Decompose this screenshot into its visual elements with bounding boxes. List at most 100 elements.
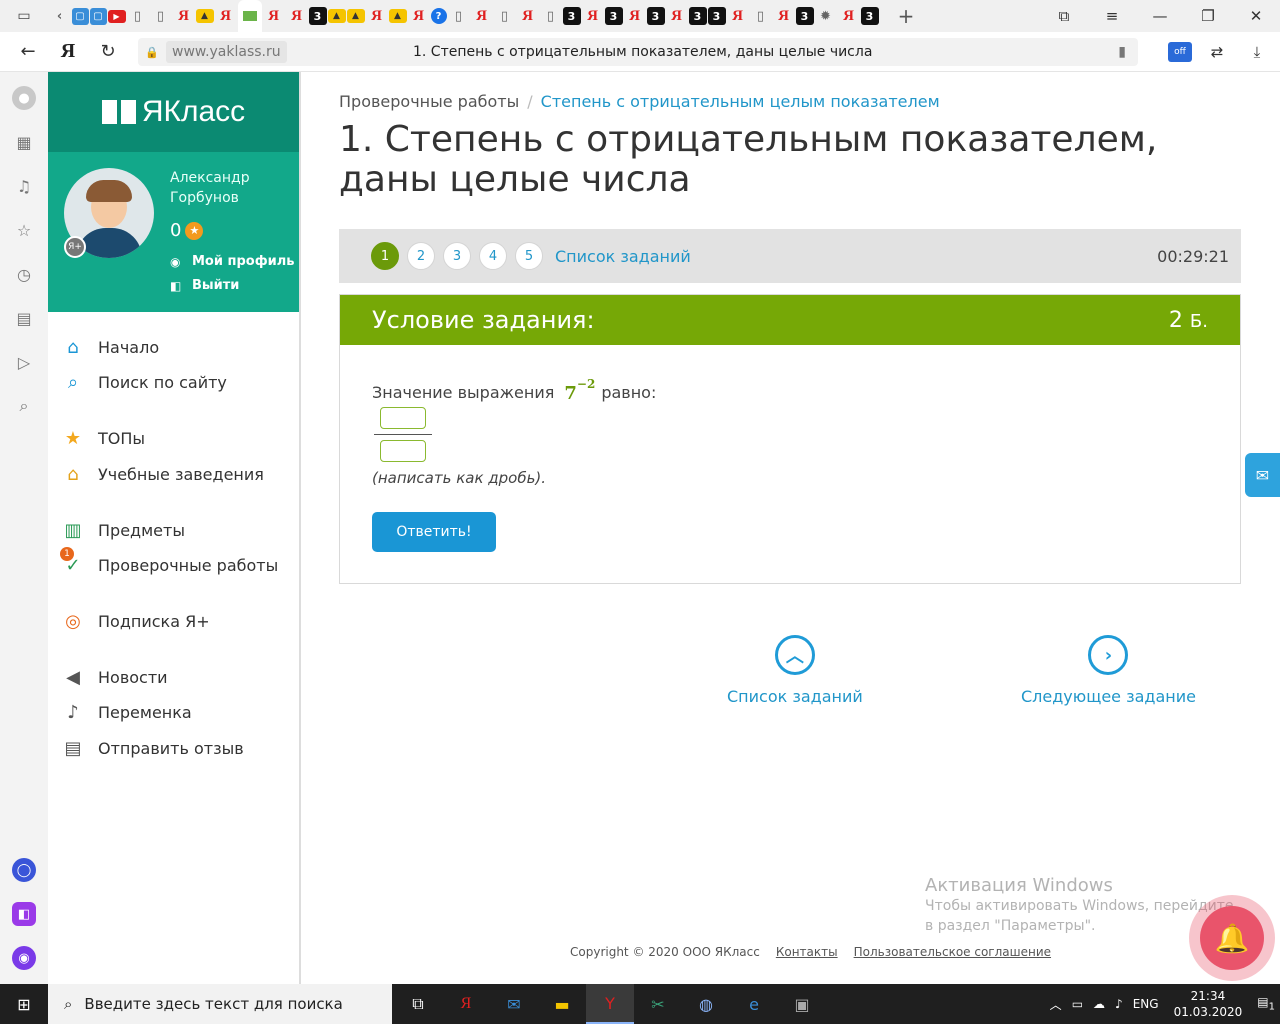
tab-chat-icon[interactable]: ▢ xyxy=(89,7,107,25)
sidebar-toggle-icon[interactable]: ▭ xyxy=(0,0,48,32)
alice-assistant-icon[interactable]: ◯ xyxy=(12,858,36,882)
tab-yandex-icon[interactable]: Я xyxy=(727,5,749,27)
mail-feedback-icon[interactable]: ✉ xyxy=(1245,453,1280,497)
action-center-icon[interactable]: ▤1 xyxy=(1257,995,1275,1012)
tab-three-icon[interactable]: 3 xyxy=(795,7,814,25)
favorites-star-icon[interactable]: ☆ xyxy=(12,218,36,242)
yandex-browser-icon[interactable]: Y xyxy=(586,984,634,1024)
menu-item-feedback[interactable]: ▤ Отправить отзыв xyxy=(48,733,299,763)
network-icon[interactable]: ▭ xyxy=(1072,997,1083,1011)
download-icon[interactable]: ⤓ xyxy=(1242,37,1272,67)
menu-icon[interactable]: ≡ xyxy=(1088,0,1136,32)
taskbar-search[interactable]: ⌕ Введите здесь текст для поиска xyxy=(48,984,392,1024)
menu-item-search[interactable]: ⌕ Поиск по сайту xyxy=(48,367,299,397)
snip-tool-icon[interactable]: ✂ xyxy=(634,984,682,1024)
restore-icon[interactable]: ❐ xyxy=(1184,0,1232,32)
contacts-link[interactable]: Контакты xyxy=(776,945,838,959)
tab-yandex-icon[interactable]: Я xyxy=(773,5,795,27)
tab-yaklass-active[interactable] xyxy=(237,0,262,32)
tab-image-icon[interactable]: ▲ xyxy=(388,9,407,23)
tab-yandex-icon[interactable]: Я xyxy=(366,5,388,27)
apps-grid-icon[interactable]: ▦ xyxy=(12,130,36,154)
close-icon[interactable]: ✕ xyxy=(1232,0,1280,32)
tab-image-icon[interactable]: ▲ xyxy=(346,9,365,23)
menu-item-break[interactable]: ♪ Переменка xyxy=(48,697,299,727)
tab-three-icon[interactable]: 3 xyxy=(860,7,879,25)
image-viewer-icon[interactable]: ▣ xyxy=(778,984,826,1024)
tab-yandex-icon[interactable]: Я xyxy=(624,5,646,27)
tab-document-icon[interactable]: ▯ xyxy=(750,5,772,27)
windows-start-icon[interactable]: ⊞ xyxy=(0,984,48,1024)
menu-item-institutions[interactable]: ⌂ Учебные заведения xyxy=(48,459,299,489)
onedrive-cloud-icon[interactable]: ☁ xyxy=(1093,997,1105,1011)
task-number-1[interactable]: 1 xyxy=(371,242,399,270)
tab-chat-icon[interactable]: ▢ xyxy=(71,7,89,25)
tab-yandex-icon[interactable]: Я xyxy=(408,5,430,27)
translate-icon[interactable]: ⇄ xyxy=(1202,37,1232,67)
new-tab-icon[interactable]: + xyxy=(891,4,921,28)
numerator-input[interactable] xyxy=(380,407,426,429)
music-icon[interactable]: ◉ xyxy=(12,946,36,970)
task-number-2[interactable]: 2 xyxy=(407,242,435,270)
tab-document-icon[interactable]: ▯ xyxy=(150,5,172,27)
next-task-nav[interactable]: › Следующее задание xyxy=(1021,635,1196,706)
tab-yandex-icon[interactable]: Я xyxy=(838,5,860,27)
denominator-input[interactable] xyxy=(380,440,426,462)
tab-three-icon[interactable]: 3 xyxy=(308,7,327,25)
yaklass-logo[interactable]: ЯКласс xyxy=(48,72,299,152)
messenger-icon[interactable]: ◧ xyxy=(12,902,36,926)
notifications-bell-icon[interactable]: ♫ xyxy=(12,174,36,198)
mail-app-icon[interactable]: ✉ xyxy=(490,984,538,1024)
tab-emblem-icon[interactable]: ✹ xyxy=(815,5,837,27)
tab-question-icon[interactable]: ? xyxy=(430,8,447,24)
screenshot-search-icon[interactable]: ⌕ xyxy=(12,394,36,418)
tab-image-icon[interactable]: ▲ xyxy=(195,9,214,23)
back-icon[interactable]: ← xyxy=(8,32,48,72)
task-list-nav[interactable]: ︿ Список заданий xyxy=(727,635,863,706)
tray-chevron-up-icon[interactable]: ︿ xyxy=(1050,996,1062,1013)
clock[interactable]: 21:34 01.03.2020 xyxy=(1174,988,1243,1020)
user-name[interactable]: Александр Горбунов xyxy=(170,168,290,208)
menu-item-subscription[interactable]: ◎ Подписка Я+ xyxy=(48,606,299,636)
my-profile-link[interactable]: ◉ Мой профиль xyxy=(170,254,294,269)
tab-document-icon[interactable]: ▯ xyxy=(448,5,470,27)
task-number-3[interactable]: 3 xyxy=(443,242,471,270)
tab-document-icon[interactable]: ▯ xyxy=(494,5,516,27)
yandex-app-icon[interactable]: Я xyxy=(442,984,490,1024)
tab-three-icon[interactable]: 3 xyxy=(604,7,623,25)
minimize-icon[interactable]: — xyxy=(1136,0,1184,32)
task-number-5[interactable]: 5 xyxy=(515,242,543,270)
tab-three-icon[interactable]: 3 xyxy=(562,7,581,25)
volume-icon[interactable]: ♪ xyxy=(1115,997,1123,1011)
tab-image-icon[interactable]: ▲ xyxy=(327,9,346,23)
tab-yandex-icon[interactable]: Я xyxy=(471,5,493,27)
reload-icon[interactable]: ↻ xyxy=(88,32,128,72)
collections-icon[interactable]: ▤ xyxy=(12,306,36,330)
tab-youtube-icon[interactable]: ▶ xyxy=(107,9,126,23)
submit-answer-button[interactable]: Ответить! xyxy=(372,512,496,552)
file-explorer-icon[interactable]: ▬ xyxy=(538,984,586,1024)
task-view-icon[interactable]: ⧉ xyxy=(394,984,442,1024)
tab-three-icon[interactable]: 3 xyxy=(707,7,726,25)
lock-icon[interactable]: 🔒 xyxy=(138,46,166,59)
history-clock-icon[interactable]: ◷ xyxy=(12,262,36,286)
video-play-icon[interactable]: ▷ xyxy=(12,350,36,374)
breadcrumb-current[interactable]: Степень с отрицательным целым показателе… xyxy=(541,92,940,111)
menu-item-subjects[interactable]: ▥ Предметы xyxy=(48,515,299,545)
tab-yandex-icon[interactable]: Я xyxy=(582,5,604,27)
edge-icon[interactable]: e xyxy=(730,984,778,1024)
url-field[interactable]: 🔒 www.yaklass.ru 1. Степень с отрицатель… xyxy=(138,38,1138,66)
turbo-off-icon[interactable]: off xyxy=(1168,42,1192,62)
agreement-link[interactable]: Пользовательское соглашение xyxy=(854,945,1051,959)
tab-yandex-icon[interactable]: Я xyxy=(263,5,285,27)
tab-back-icon[interactable]: ‹ xyxy=(49,5,71,27)
account-icon[interactable]: ● xyxy=(12,86,36,110)
tab-document-icon[interactable]: ▯ xyxy=(540,5,562,27)
tab-three-icon[interactable]: 3 xyxy=(688,7,707,25)
task-number-4[interactable]: 4 xyxy=(479,242,507,270)
tab-yandex-icon[interactable]: Я xyxy=(173,5,195,27)
tab-three-icon[interactable]: 3 xyxy=(646,7,665,25)
menu-item-tests[interactable]: ✓ 1 Проверочные работы xyxy=(48,546,299,580)
yandex-logo-icon[interactable]: Я xyxy=(48,32,88,72)
tab-yandex-icon[interactable]: Я xyxy=(215,5,237,27)
